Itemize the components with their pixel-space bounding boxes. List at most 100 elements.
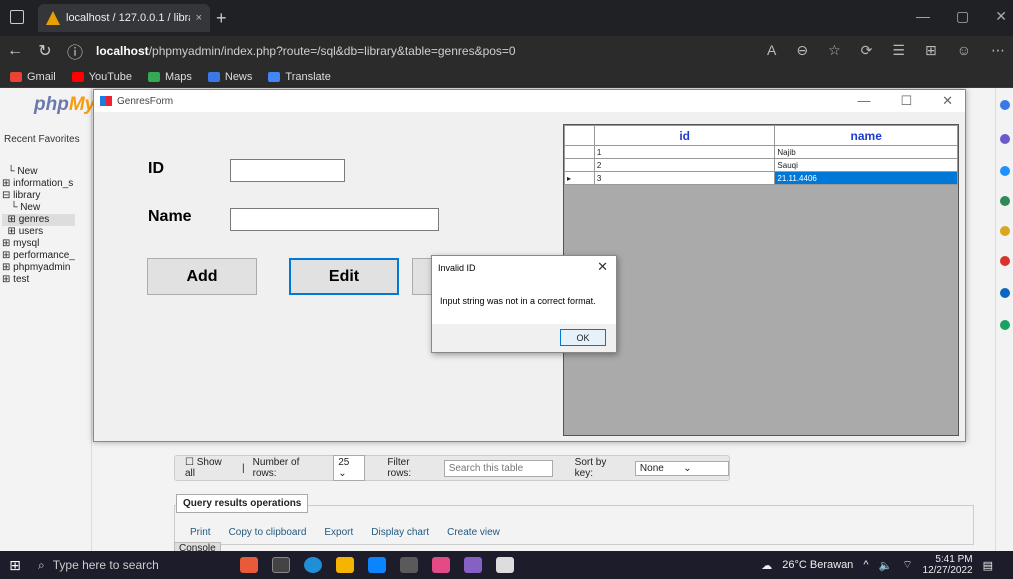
dialog-close-icon[interactable]: ✕ [597,259,608,275]
tree-item[interactable]: └ New [2,166,75,178]
notification-icon[interactable]: ▤ [983,559,993,572]
tree-item[interactable]: ⊞ genres [2,214,75,226]
sidebar-app-icon[interactable] [1000,166,1010,176]
id-input[interactable] [230,159,345,182]
new-tab-button[interactable]: + [216,8,227,29]
row-header[interactable] [564,158,595,172]
filter-rows-input[interactable]: Search this table [443,459,553,477]
cell-id[interactable]: 2 [593,158,776,172]
system-tray: ☁ 26°C Berawan ^ 🔈 ⌔ 5:41 PM 12/27/2022 … [761,551,993,579]
tree-item[interactable]: ⊞ information_s [2,178,75,190]
browser-tab[interactable]: localhost / 127.0.0.1 / library / ge × [38,4,210,32]
weather-text[interactable]: 26°C Berawan [782,559,853,571]
tree-item[interactable]: └ New [2,202,75,214]
mail-icon[interactable] [368,557,386,573]
sidebar-app-icon[interactable] [1000,320,1010,330]
refresh-icon[interactable]: ↻ [30,41,60,61]
cell-id[interactable]: 3 [593,171,776,185]
favorite-star-icon[interactable]: ☆ [828,42,841,59]
export-link[interactable]: Export [324,527,353,538]
bookmark-youtube[interactable]: YouTube [71,71,132,83]
profile-icon[interactable]: ☺ [957,42,971,59]
cell-name[interactable]: 21.11.4406 [774,171,958,185]
maximize-button[interactable]: ▢ [956,8,969,25]
app-icon[interactable] [400,557,418,573]
bookmark-news[interactable]: News [207,71,252,83]
ok-button[interactable]: OK [560,329,606,346]
visual-studio-icon[interactable] [464,557,482,573]
sidebar-app-icon[interactable] [1000,196,1010,206]
query-results-operations-legend: Query results operations [176,494,309,513]
start-button[interactable]: ⊞ [0,557,30,574]
weather-icon[interactable]: ☁ [761,559,772,572]
widgets-icon[interactable] [240,557,258,573]
tab-close-icon[interactable]: × [196,12,202,24]
sort-label: Sort by key: [574,457,607,479]
app-icon[interactable] [432,557,450,573]
tree-item[interactable]: ⊟ library [2,190,75,202]
column-header-name[interactable]: name [774,125,958,146]
url-field[interactable]: localhost/phpmyadmin/index.php?route=/sq… [96,44,516,58]
tab-actions-icon[interactable] [10,10,24,24]
form-maximize-button[interactable]: ☐ [900,93,912,109]
row-header[interactable] [564,145,595,159]
network-icon[interactable]: ⌔ [902,558,912,572]
back-icon[interactable]: ← [0,42,30,60]
favorites-icon[interactable]: ☰ [892,42,905,59]
cell-name[interactable]: Sauqi [774,158,958,172]
print-link[interactable]: Print [190,527,211,538]
collections-icon[interactable]: ⊞ [925,42,937,59]
search-icon[interactable] [1000,100,1010,110]
genres-form-taskbar-icon[interactable] [496,557,514,573]
tray-overflow-icon[interactable]: ^ [863,559,868,571]
pma-logo[interactable]: phpMy [34,94,95,116]
display-chart-link[interactable]: Display chart [371,527,429,538]
bookmark-gmail[interactable]: Gmail [10,71,56,83]
genres-datagrid[interactable]: id name 1 Najib 2 Sauqi ▸ 3 21.11.4406 [563,124,959,436]
sort-select[interactable]: None ⌄ [634,460,730,476]
tree-item[interactable]: ⊞ performance_ [2,250,75,262]
copy-clipboard-link[interactable]: Copy to clipboard [229,527,307,538]
edit-button[interactable]: Edit [289,258,399,295]
name-input[interactable] [230,208,439,231]
zoom-icon[interactable]: ⊖ [796,42,808,59]
bookmark-maps[interactable]: Maps [147,71,192,83]
table-row[interactable]: 1 Najib [564,145,958,159]
file-explorer-icon[interactable] [336,557,354,573]
taskbar-search[interactable]: ⌕ Type here to search [30,551,180,579]
recent-favorites-tabs[interactable]: Recent Favorites [4,134,80,145]
tree-item[interactable]: ⊞ mysql [2,238,75,250]
form-minimize-button[interactable]: — [857,93,870,109]
cell-id[interactable]: 1 [593,145,776,159]
close-button[interactable]: ✕ [995,8,1007,25]
sidebar-app-icon[interactable] [1000,134,1010,144]
refresh-page-icon[interactable]: ⟳ [861,42,873,59]
sidebar-app-icon[interactable] [1000,256,1010,266]
cell-name[interactable]: Najib [774,145,958,159]
bookmark-translate[interactable]: Translate [268,71,331,83]
table-row[interactable]: 2 Sauqi [564,158,958,172]
edge-icon[interactable] [304,557,322,573]
sidebar-app-icon[interactable] [1000,226,1010,236]
tree-item[interactable]: ⊞ users [2,226,75,238]
task-view-icon[interactable] [272,557,290,573]
read-aloud-icon[interactable]: A [767,42,776,59]
filter-label: Filter rows: [387,457,412,479]
add-button[interactable]: Add [147,258,257,295]
rows-select[interactable]: 25 ⌄ [333,455,366,481]
more-icon[interactable]: ⋯ [991,42,1005,59]
show-all-checkbox[interactable]: ☐ Show all [185,457,234,479]
column-header-id[interactable]: id [593,125,776,146]
row-header[interactable]: ▸ [564,171,595,185]
create-view-link[interactable]: Create view [447,527,500,538]
table-row[interactable]: ▸ 3 21.11.4406 [564,171,958,185]
volume-icon[interactable]: 🔈 [878,559,892,572]
sidebar-app-icon[interactable] [1000,288,1010,298]
pma-navigation-panel: phpMy Recent Favorites └ New ⊞ informati… [0,88,95,551]
minimize-button[interactable]: — [916,8,930,25]
site-info-icon[interactable]: ⓘ [60,39,90,63]
tree-item[interactable]: ⊞ test [2,274,75,286]
clock[interactable]: 5:41 PM 12/27/2022 [923,554,973,576]
form-close-button[interactable]: ✕ [942,93,953,109]
tree-item[interactable]: ⊞ phpmyadmin [2,262,75,274]
